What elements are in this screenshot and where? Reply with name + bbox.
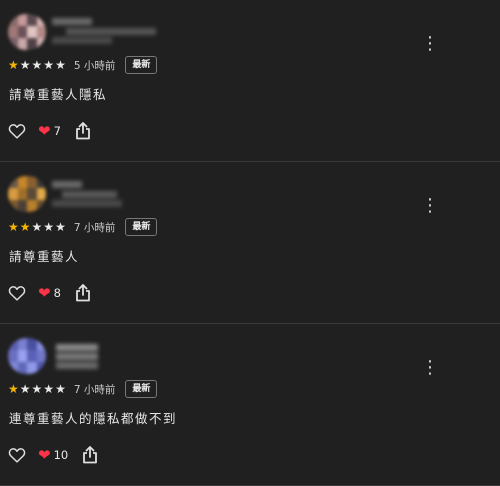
star-empty-icon: ★ bbox=[31, 382, 43, 396]
review-meta: ★ ★ ★ ★ ★ 7 小時前 最新 bbox=[8, 379, 158, 399]
star-filled-icon: ★ bbox=[19, 220, 31, 234]
star-filled-icon: ★ bbox=[8, 58, 19, 72]
reviewer-name-blurred[interactable] bbox=[52, 178, 162, 208]
review-header: ⋮ bbox=[8, 176, 448, 216]
newest-badge: 最新 bbox=[125, 218, 158, 236]
review-time: 7 小時前 bbox=[73, 221, 116, 234]
review-header: ⋮ bbox=[8, 14, 448, 54]
reviewer-name-blurred[interactable] bbox=[52, 16, 162, 46]
star-empty-icon: ★ bbox=[55, 58, 66, 72]
avatar[interactable] bbox=[8, 338, 46, 374]
star-empty-icon: ★ bbox=[43, 58, 55, 72]
heart-outline-icon[interactable] bbox=[8, 285, 26, 301]
more-options-icon[interactable]: ⋮ bbox=[420, 356, 440, 380]
review-card: ⋮ ★ ★ ★ ★ ★ 7 小時前 最新 連尊重藝人的隱私都做不到 ❤ 10 bbox=[0, 324, 500, 486]
reaction-count: 7 bbox=[53, 124, 61, 138]
star-empty-icon: ★ bbox=[31, 58, 43, 72]
heart-outline-icon[interactable] bbox=[8, 447, 26, 463]
star-empty-icon: ★ bbox=[43, 382, 55, 396]
review-header: ⋮ bbox=[8, 338, 448, 378]
review-meta: ★ ★ ★ ★ ★ 7 小時前 最新 bbox=[8, 217, 158, 237]
more-options-icon[interactable]: ⋮ bbox=[420, 32, 440, 56]
reviewer-name-blurred[interactable] bbox=[52, 340, 162, 370]
review-card: ⋮ ★ ★ ★ ★ ★ 7 小時前 最新 請尊重藝人 ❤ 8 bbox=[0, 162, 500, 324]
more-options-icon[interactable]: ⋮ bbox=[420, 194, 440, 218]
review-actions: ❤ 7 bbox=[8, 120, 91, 142]
reaction-button[interactable]: ❤ 7 bbox=[38, 121, 61, 140]
review-text: 請尊重藝人 bbox=[9, 249, 80, 264]
review-actions: ❤ 10 bbox=[8, 444, 98, 466]
star-rating: ★ ★ ★ ★ ★ bbox=[8, 221, 66, 233]
red-heart-icon: ❤ bbox=[38, 121, 51, 140]
star-empty-icon: ★ bbox=[43, 220, 55, 234]
star-empty-icon: ★ bbox=[31, 220, 43, 234]
review-actions: ❤ 8 bbox=[8, 282, 91, 304]
share-icon[interactable] bbox=[75, 284, 91, 302]
review-meta: ★ ★ ★ ★ ★ 5 小時前 最新 bbox=[8, 55, 158, 75]
star-filled-icon: ★ bbox=[8, 382, 19, 396]
red-heart-icon: ❤ bbox=[38, 445, 51, 464]
share-icon[interactable] bbox=[82, 446, 98, 464]
star-rating: ★ ★ ★ ★ ★ bbox=[8, 59, 66, 71]
avatar[interactable] bbox=[8, 14, 46, 50]
review-text: 連尊重藝人的隱私都做不到 bbox=[9, 411, 178, 426]
avatar[interactable] bbox=[8, 176, 46, 212]
share-icon[interactable] bbox=[75, 122, 91, 140]
star-empty-icon: ★ bbox=[55, 220, 66, 234]
reaction-count: 8 bbox=[53, 286, 61, 300]
star-rating: ★ ★ ★ ★ ★ bbox=[8, 383, 66, 395]
reaction-count: 10 bbox=[53, 448, 69, 462]
star-empty-icon: ★ bbox=[19, 58, 31, 72]
newest-badge: 最新 bbox=[125, 380, 158, 398]
heart-outline-icon[interactable] bbox=[8, 123, 26, 139]
reaction-button[interactable]: ❤ 8 bbox=[38, 283, 61, 302]
review-time: 5 小時前 bbox=[73, 59, 116, 72]
star-empty-icon: ★ bbox=[19, 382, 31, 396]
red-heart-icon: ❤ bbox=[38, 283, 51, 302]
reaction-button[interactable]: ❤ 10 bbox=[38, 445, 69, 464]
star-filled-icon: ★ bbox=[8, 220, 19, 234]
review-text: 請尊重藝人隱私 bbox=[9, 87, 108, 102]
review-card: ⋮ ★ ★ ★ ★ ★ 5 小時前 最新 請尊重藝人隱私 ❤ 7 bbox=[0, 0, 500, 162]
star-empty-icon: ★ bbox=[55, 382, 66, 396]
review-time: 7 小時前 bbox=[73, 383, 116, 396]
newest-badge: 最新 bbox=[125, 56, 158, 74]
